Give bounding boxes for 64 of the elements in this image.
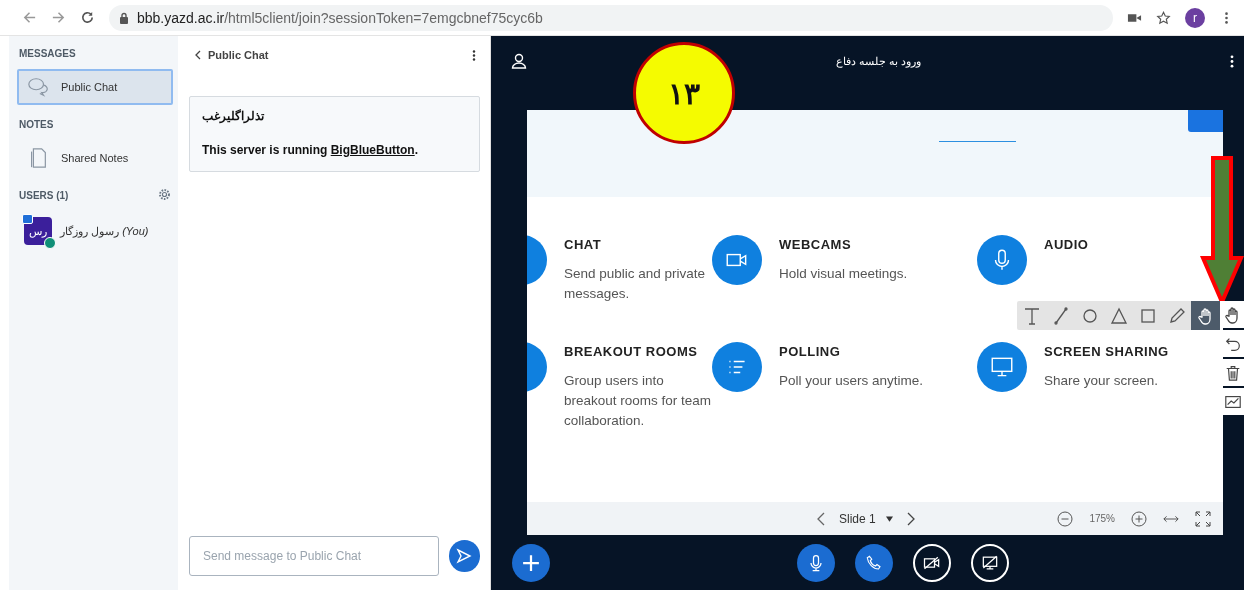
next-slide-icon[interactable] [906,511,915,526]
step-number-badge: ۱۳ [633,42,735,144]
feature-title: POLLING [779,344,842,359]
slide-selector[interactable]: Slide 1 [839,511,893,526]
add-button[interactable] [512,543,550,582]
zoom-level: 175% [1089,513,1115,524]
lock-icon [119,11,129,24]
section-heading: NOTES [18,118,55,132]
undo-button[interactable] [1220,330,1244,357]
chat-back-link[interactable]: Public Chat [189,49,269,61]
send-button[interactable] [448,540,480,572]
feature-icon [977,235,1027,285]
screenshare-off-button[interactable] [971,543,1009,582]
zoom-out-icon[interactable] [1057,510,1074,527]
multi-user-whiteboard-button[interactable] [1220,388,1244,415]
send-icon [456,548,473,564]
address-bar[interactable]: bbb.yazd.ac.ir/html5client/join?sessionToken=7emgcbnef75cyc6b [109,4,1113,31]
user-icon[interactable] [511,53,527,69]
meeting-title: ورود به جلسه دفاع [835,54,922,68]
message-input[interactable]: Send message to Public Chat [189,536,439,576]
section-heading: USERS (1) [18,189,70,203]
phone-icon [865,553,883,572]
url-text: bbb.yazd.ac.ir/html5client/join?sessionToken=7emgcbnef75cyc6b [137,9,543,26]
feature-description: Poll your users anytime. [779,372,924,390]
zoom-in-icon[interactable] [1131,510,1147,527]
trash-icon [1224,363,1242,382]
phone-button[interactable] [855,543,893,582]
feature-title: CHAT [564,237,603,252]
bigbluebutton-link[interactable]: BigBlueButton [330,143,415,157]
reload-icon[interactable] [80,10,95,25]
more-icon[interactable] [472,48,476,62]
delete-button[interactable] [1220,359,1244,386]
more-icon[interactable] [1230,53,1234,69]
fullscreen-icon[interactable] [1195,510,1211,527]
feature-title: SCREEN SHARING [1044,344,1169,359]
chat-bubbles-icon [27,76,49,98]
microphone-button[interactable] [797,543,835,582]
profile-avatar[interactable]: r [1185,7,1205,28]
back-icon[interactable] [22,10,37,25]
settings-icon[interactable] [158,188,171,201]
shared-notes-item[interactable]: Shared Notes [17,140,173,176]
feature-title: WEBCAMS [779,237,853,252]
feature-icon [977,342,1027,392]
webcam-off-button[interactable] [913,543,951,582]
feature-description: Share your screen. [1044,372,1160,390]
previous-slide-icon[interactable] [817,511,825,526]
public-chat-item[interactable]: Public Chat [17,69,173,105]
feature-description: Hold visual meetings. [779,265,908,283]
dropdown-caret-icon [885,515,893,522]
star-icon[interactable] [1156,10,1171,25]
drawing-tool-button[interactable] [1191,301,1220,330]
feature-description: Group users into breakout rooms for team collaboration. [564,372,712,430]
forward-icon[interactable] [51,10,66,25]
chevron-left-icon [195,50,201,60]
welcome-title: تذلراگلیرغب [202,109,266,123]
feature-title: AUDIO [1044,237,1089,252]
section-heading: MESSAGES [18,47,77,61]
plus-icon [522,553,540,572]
feature-description: Send public and private messages. [564,265,707,303]
feature-icon [712,235,762,285]
feature-title: BREAKOUT ROOMS [564,344,699,359]
feature-icon [712,342,762,392]
pan-tool-button[interactable] [1220,301,1244,328]
welcome-text: This server is running BigBlueButton. [202,143,420,157]
